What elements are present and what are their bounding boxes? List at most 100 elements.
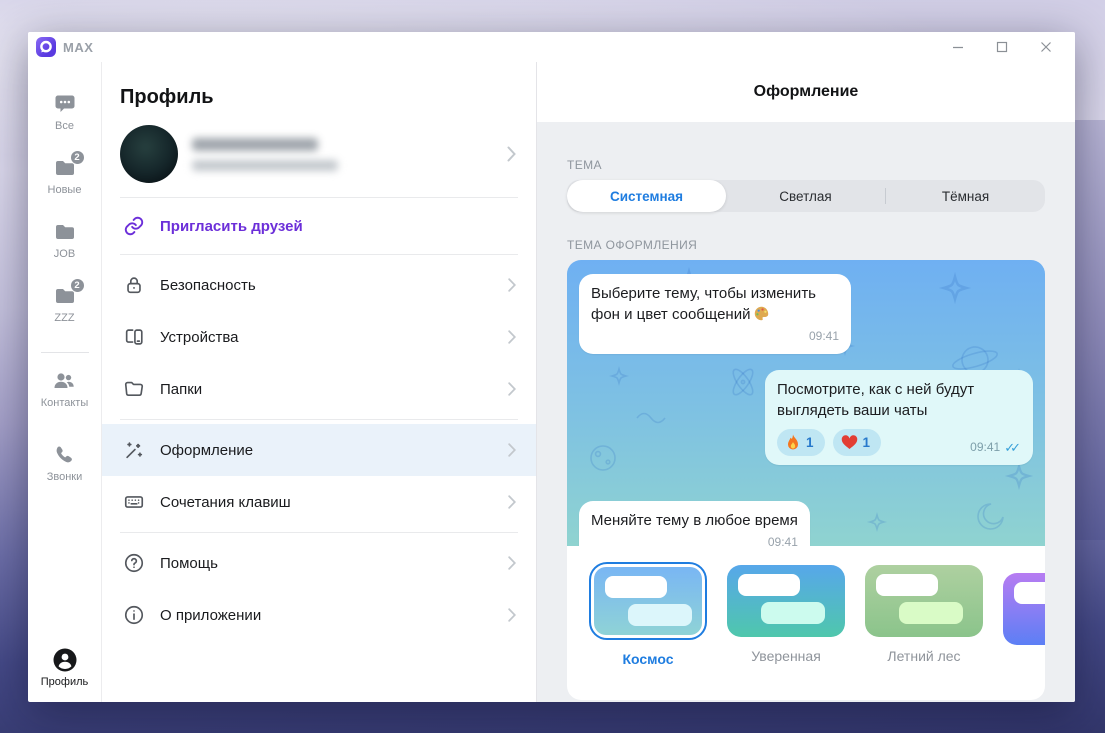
reaction-count: 1 — [862, 435, 871, 450]
reaction-heart[interactable]: 1 — [832, 429, 882, 456]
contacts-icon — [51, 369, 77, 393]
tab-system-theme[interactable]: Системная — [567, 180, 726, 212]
menu-item-label: Папки — [160, 380, 203, 398]
preview-section-label: ТЕМА ОФОРМЛЕНИЯ — [567, 238, 698, 252]
nav-item-new-folder[interactable]: 2 Новые — [47, 150, 85, 196]
menu-item-label: Помощь — [160, 554, 218, 572]
keyboard-icon — [122, 490, 146, 514]
blurred-user-name — [192, 137, 318, 151]
invite-friends-label: Пригласить друзей — [160, 217, 303, 235]
appearance-panel: Оформление ТЕМА Системная Светлая Тёмная… — [537, 62, 1075, 702]
thumb-bubble-out — [628, 604, 692, 626]
avatar — [120, 125, 178, 183]
nav-item-label: Новые — [47, 184, 82, 196]
nav-item-label: Все — [55, 120, 74, 132]
blurred-user-phone — [192, 159, 338, 171]
thumb-bubble-out — [899, 602, 963, 624]
nav-item-zzz-folder[interactable]: 2 ZZZ — [52, 278, 85, 324]
nav-item-job-folder[interactable]: JOB — [52, 220, 78, 260]
link-icon — [122, 214, 146, 238]
chevron-right-icon — [508, 278, 516, 292]
menu-item-label: Сочетания клавиш — [160, 493, 291, 511]
app-window: MAX Все 2 Новые JOB 2 ZZZ Контакты Звонк… — [28, 32, 1075, 702]
profile-name-block — [192, 137, 338, 171]
folder-icon: 2 — [52, 150, 85, 180]
help-icon — [122, 551, 146, 575]
theme-thumbnail — [727, 565, 845, 637]
message-text: Выберите тему, чтобы изменить фон и цвет… — [591, 285, 816, 323]
minimize-button[interactable] — [949, 38, 967, 56]
reaction-count: 1 — [806, 435, 814, 450]
chevron-right-icon — [508, 330, 516, 344]
info-icon — [122, 603, 146, 627]
tab-dark-theme[interactable]: Тёмная — [886, 180, 1045, 212]
unread-badge: 2 — [69, 278, 85, 293]
nav-item-all[interactable]: Все — [52, 92, 78, 132]
theme-name: Уверенная — [751, 648, 821, 664]
close-button[interactable] — [1037, 38, 1055, 56]
read-checkmarks-icon: ✓✓ — [1004, 440, 1021, 455]
theme-name: Летний лес — [887, 648, 961, 664]
nav-item-label: Профиль — [40, 676, 89, 688]
desktop-wallpaper: MAX Все 2 Новые JOB 2 ZZZ Контакты Звонк… — [0, 0, 1105, 733]
menu-item-about[interactable]: О приложении — [102, 589, 536, 641]
window-controls — [949, 38, 1061, 56]
unread-badge: 2 — [69, 150, 85, 165]
menu-item-appearance[interactable]: Оформление — [102, 424, 536, 476]
theme-option-summer-forest[interactable]: Летний лес — [865, 565, 983, 664]
profile-panel: Профиль Пригласить друзей Безопасность У… — [102, 62, 537, 702]
chat-preview: Выберите тему, чтобы изменить фон и цвет… — [567, 260, 1045, 546]
nav-item-label: Звонки — [46, 471, 83, 483]
folder-outline-icon — [122, 377, 146, 401]
heart-emoji-icon — [841, 435, 858, 450]
menu-item-security[interactable]: Безопасность — [102, 259, 536, 311]
chat-message-incoming: Выберите тему, чтобы изменить фон и цвет… — [579, 274, 851, 354]
appearance-panel-title: Оформление — [537, 62, 1075, 122]
theme-thumbnail — [1003, 573, 1045, 645]
message-text: Посмотрите, как с ней будут выглядеть ва… — [777, 381, 975, 419]
chevron-right-icon — [507, 146, 516, 162]
theme-picker-card: Космос Уверенная Летний лес — [567, 546, 1045, 700]
profile-card-row[interactable] — [102, 113, 536, 197]
theme-preview-card: Выберите тему, чтобы изменить фон и цвет… — [567, 260, 1045, 700]
selected-theme-border — [589, 562, 707, 640]
chevron-right-icon — [508, 443, 516, 457]
menu-item-label: Безопасность — [160, 276, 256, 294]
nav-item-profile[interactable]: Профиль — [40, 648, 89, 688]
menu-item-label: Устройства — [160, 328, 239, 346]
titlebar: MAX — [28, 32, 1075, 62]
chat-message-incoming: Меняйте тему в любое время 09:41 — [579, 501, 810, 546]
theme-option-confident[interactable]: Уверенная — [727, 565, 845, 664]
invite-friends-button[interactable]: Пригласить друзей — [102, 198, 536, 254]
reaction-fire[interactable]: 1 — [777, 429, 825, 456]
person-circle-icon — [52, 648, 78, 672]
rail-divider — [40, 352, 89, 353]
devices-icon — [122, 325, 146, 349]
thumb-bubble-in — [876, 574, 938, 596]
folder-icon: 2 — [52, 278, 85, 308]
chat-message-outgoing: Посмотрите, как с ней будут выглядеть ва… — [765, 370, 1033, 465]
nav-item-label: Контакты — [40, 397, 89, 409]
folder-icon — [52, 220, 78, 244]
theme-thumbnail — [594, 567, 702, 635]
menu-item-shortcuts[interactable]: Сочетания клавиш — [102, 476, 536, 528]
tab-light-theme[interactable]: Светлая — [726, 180, 885, 212]
maximize-button[interactable] — [993, 38, 1011, 56]
theme-option-space[interactable]: Космос — [589, 562, 707, 667]
thumb-bubble-in — [738, 574, 800, 596]
theme-thumbnail — [865, 565, 983, 637]
message-time: 09:41 — [970, 440, 1001, 454]
app-logo-icon — [36, 37, 56, 57]
menu-item-folders[interactable]: Папки — [102, 363, 536, 415]
thumb-bubble-out — [761, 602, 825, 624]
fire-emoji-icon — [785, 434, 801, 452]
menu-item-devices[interactable]: Устройства — [102, 311, 536, 363]
menu-item-help[interactable]: Помощь — [102, 537, 536, 589]
magic-wand-icon — [122, 438, 146, 462]
nav-item-label: JOB — [53, 248, 76, 260]
chevron-right-icon — [508, 382, 516, 396]
palette-emoji-icon — [753, 305, 770, 322]
nav-item-contacts[interactable]: Контакты — [40, 369, 89, 409]
nav-item-calls[interactable]: Звонки — [46, 443, 83, 483]
theme-option-purple[interactable] — [1003, 573, 1045, 656]
